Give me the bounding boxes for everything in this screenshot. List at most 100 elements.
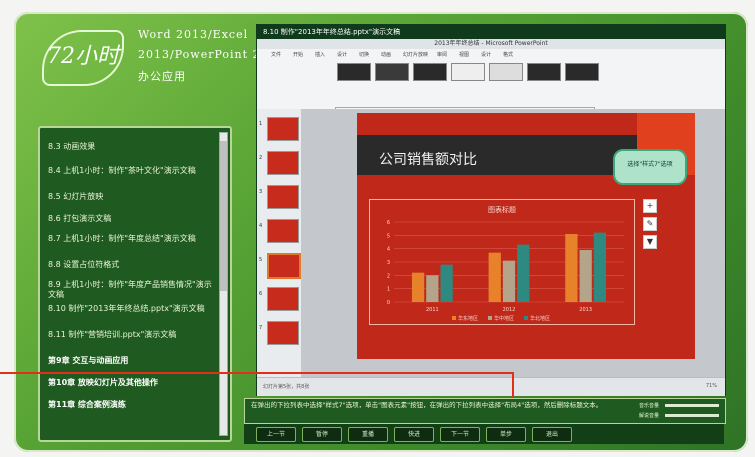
caption-bar: 在弹出的下拉列表中选择"样式7"选项，单击"图表元素"按钮，在弹出的下拉列表中选… <box>244 398 726 424</box>
chart-style-option[interactable] <box>337 63 371 81</box>
sidebar-item[interactable]: 8.5 幻灯片放映 <box>48 192 216 202</box>
slide-thumbnail-pane: 1 2 3 4 5 6 7 <box>257 109 302 377</box>
sidebar-chapter[interactable]: 第9章 交互与动画应用 <box>48 356 216 366</box>
next-section-button[interactable]: 下一节 <box>440 427 480 442</box>
chart-style-option[interactable] <box>527 63 561 81</box>
chart-style-option[interactable] <box>565 63 599 81</box>
chart-filter-button[interactable]: ▼ <box>643 235 657 249</box>
ribbon-tab[interactable]: 幻灯片放映 <box>403 51 428 58</box>
ppt-statusbar: 幻灯片第5张，共8张 71% <box>257 377 725 396</box>
music-volume-slider[interactable] <box>665 404 719 407</box>
y-tick-label: 2 <box>387 273 390 279</box>
sidebar-chapter[interactable]: 第10章 放映幻灯片及其他操作 <box>48 378 216 388</box>
ppt-window-title: 2013年年终总结 - Microsoft PowerPoint <box>257 39 725 49</box>
chart-style-option[interactable] <box>413 63 447 81</box>
y-tick-label: 1 <box>387 287 390 293</box>
ppt-ribbon: 文件 开始 插入 设计 切换 动画 幻灯片放映 审阅 视图 设计 格式 <box>257 49 725 161</box>
chart-style-option[interactable] <box>451 63 485 81</box>
bar-2013-0 <box>565 234 578 302</box>
chart-frame[interactable]: 图表标题 0 1 2 3 4 5 6 2011 2012 2013 华东地区 华中地区 华北地区 <box>369 199 635 325</box>
ribbon-tab[interactable]: 视图 <box>459 51 469 58</box>
legend-swatch <box>452 316 456 320</box>
x-tick-label: 2013 <box>579 307 592 313</box>
y-tick-label: 4 <box>387 247 390 253</box>
sidebar-item[interactable]: 8.9 上机1小时：制作"年度产品销售情况"演示文稿 <box>48 280 216 300</box>
instruction-callout: 选择"样式7"选项 <box>613 149 687 185</box>
y-tick-label: 6 <box>387 220 390 226</box>
sidebar-item[interactable]: 8.11 制作"营销培训.pptx"演示文稿 <box>48 330 216 340</box>
slide-thumbnail[interactable] <box>267 321 299 345</box>
ribbon-tab[interactable]: 动画 <box>381 51 391 58</box>
chart-elements-button[interactable]: + <box>643 199 657 213</box>
y-tick-label: 5 <box>387 233 390 239</box>
bar-2012-0 <box>488 252 501 302</box>
chart-tool-buttons: + ✎ ▼ <box>643 199 657 253</box>
music-volume-label: 音乐音量 <box>639 403 660 409</box>
brand-logo: 72小时 <box>42 30 124 86</box>
chapter-sidebar: 8.3 动画效果 8.4 上机1小时：制作"茶叶文化"演示文稿 8.5 幻灯片放… <box>38 126 232 442</box>
sidebar-item[interactable]: 8.6 打包演示文稿 <box>48 214 216 224</box>
sidebar-item[interactable]: 8.4 上机1小时：制作"茶叶文化"演示文稿 <box>48 166 216 176</box>
caption-text: 在弹出的下拉列表中选择"样式7"选项，单击"图表元素"按钮，在弹出的下拉列表中选… <box>251 401 603 409</box>
legend-label: 华中地区 <box>494 315 514 322</box>
x-tick-label: 2011 <box>426 307 439 313</box>
slide-thumbnail[interactable] <box>267 117 299 141</box>
chart-title: 图表标题 <box>488 205 516 214</box>
slide-thumbnail[interactable] <box>267 253 301 279</box>
legend-label: 华东地区 <box>458 315 478 322</box>
slide-thumbnail[interactable] <box>267 151 299 175</box>
slide-thumbnail[interactable] <box>267 219 299 243</box>
chart-styles-button[interactable]: ✎ <box>643 217 657 231</box>
ribbon-tab[interactable]: 文件 <box>271 51 281 58</box>
ribbon-tab[interactable]: 审阅 <box>437 51 447 58</box>
sidebar-chapter[interactable]: 第11章 综合案例演练 <box>48 400 216 410</box>
y-tick-label: 3 <box>387 260 390 266</box>
legend-swatch <box>488 316 492 320</box>
video-screen: 8.10 制作"2013年年终总结.pptx"演示文稿 2013年年终总结 - … <box>256 24 726 396</box>
step-button[interactable]: 单步 <box>486 427 526 442</box>
chart-style-option[interactable] <box>489 63 523 81</box>
bar-chart: 图表标题 0 1 2 3 4 5 6 2011 2012 2013 华东地区 华中地区 华北地区 <box>387 205 624 322</box>
ribbon-tab[interactable]: 格式 <box>503 51 513 58</box>
sidebar-scrollbar[interactable] <box>219 132 228 436</box>
ribbon-tab[interactable]: 设计 <box>481 51 491 58</box>
bar-2013-1 <box>579 250 592 302</box>
replay-button[interactable]: 重播 <box>348 427 388 442</box>
ribbon-tab[interactable]: 切换 <box>359 51 369 58</box>
bar-2011-2 <box>440 264 453 302</box>
narration-volume-slider[interactable] <box>665 414 719 417</box>
slide-thumbnail[interactable] <box>267 185 299 209</box>
ribbon-tab[interactable]: 设计 <box>337 51 347 58</box>
y-tick-label: 0 <box>387 300 390 306</box>
chart-style-option[interactable] <box>375 63 409 81</box>
playback-controls: 上一节 暂停 重播 快进 下一节 单步 退出 <box>244 424 724 444</box>
sidebar-scroll-thumb[interactable] <box>220 141 227 291</box>
legend-label: 华北地区 <box>530 315 550 322</box>
prev-section-button[interactable]: 上一节 <box>256 427 296 442</box>
bar-2012-2 <box>517 244 530 302</box>
bar-2013-2 <box>593 232 607 302</box>
pause-button[interactable]: 暂停 <box>302 427 342 442</box>
bar-2011-1 <box>426 275 439 302</box>
bar-2012-1 <box>502 260 516 302</box>
sidebar-item[interactable]: 8.10 制作"2013年年终总结.pptx"演示文稿 <box>48 304 216 314</box>
ribbon-tab[interactable]: 插入 <box>315 51 325 58</box>
x-tick-label: 2012 <box>503 307 516 313</box>
zoom-level: 71% <box>705 383 717 389</box>
bar-2011-0 <box>411 272 425 302</box>
slide-thumbnail[interactable] <box>267 287 299 311</box>
sidebar-item[interactable]: 8.8 设置占位符格式 <box>48 260 216 270</box>
sidebar-item[interactable]: 8.3 动画效果 <box>48 142 216 152</box>
brand-line-1: Word 2013/Excel <box>138 28 249 41</box>
legend-swatch <box>524 316 528 320</box>
brand-header: 72小时 Word 2013/Excel 2013/PowerPoint 201… <box>28 20 284 90</box>
sidebar-item[interactable]: 8.7 上机1小时：制作"年度总结"演示文稿 <box>48 234 216 244</box>
exit-button[interactable]: 退出 <box>532 427 572 442</box>
screen-title: 8.10 制作"2013年年终总结.pptx"演示文稿 <box>257 25 725 39</box>
narration-volume-label: 解说音量 <box>639 413 660 419</box>
slide-title[interactable]: 公司销售额对比 <box>379 149 477 169</box>
pointer-line <box>0 372 512 374</box>
fast-forward-button[interactable]: 快进 <box>394 427 434 442</box>
status-slide-count: 幻灯片第5张，共8张 <box>263 384 310 390</box>
ribbon-tab[interactable]: 开始 <box>293 51 303 58</box>
